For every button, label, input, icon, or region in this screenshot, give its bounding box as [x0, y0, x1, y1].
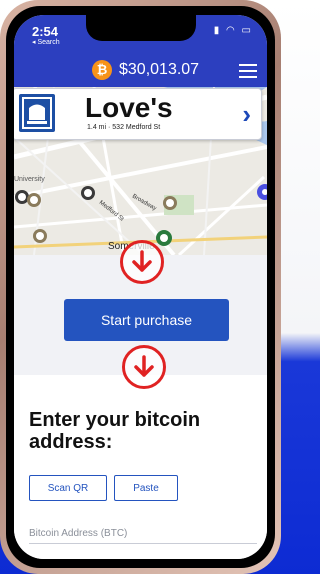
back-to-search-link[interactable]: ◂ Search [32, 38, 60, 46]
store-info: 1.4 mi · 532 Medford St [87, 124, 161, 131]
arrow-down-icon [122, 345, 166, 389]
app-header: ₿ $30,013.07 [14, 53, 267, 87]
bitcoin-price: $30,013.07 [119, 61, 200, 78]
address-title: Enter your bitcoin address: [29, 409, 201, 453]
bank-pin-icon[interactable] [27, 193, 41, 207]
hamburger-icon[interactable] [239, 64, 257, 78]
store-card[interactable]: Love's 1.4 mi · 532 Medford St › [14, 88, 262, 140]
status-icons: ▮ ◠ ▭ [214, 25, 253, 36]
status-time: 2:54 [32, 24, 59, 39]
chevron-right-icon[interactable]: › [242, 99, 251, 130]
wifi-icon: ◠ [226, 25, 237, 36]
app-screen: 2:54 ◂ Search ▮ ◠ ▭ ₿ $30,013.07 Univers… [14, 15, 267, 559]
start-purchase-button[interactable]: Start purchase [64, 299, 229, 341]
signal-icon: ▮ [213, 25, 222, 36]
bank-pin-icon[interactable] [81, 186, 95, 200]
scan-qr-button[interactable]: Scan QR [29, 475, 107, 501]
map-label-university: University [14, 176, 45, 183]
status-bar: 2:54 ◂ Search ▮ ◠ ▭ [14, 15, 267, 53]
bitcoin-icon: ₿ [92, 60, 112, 80]
paste-button[interactable]: Paste [114, 475, 178, 501]
bitcoin-address-field[interactable]: Bitcoin Address (BTC) [29, 528, 127, 539]
bank-pin-icon[interactable] [15, 190, 29, 204]
arrow-down-glyph [132, 250, 152, 272]
address-underline [29, 543, 257, 544]
notch [86, 15, 196, 41]
arrow-down-icon [120, 240, 164, 284]
bank-pin-icon[interactable] [156, 230, 172, 246]
bank-pin-icon[interactable] [163, 196, 177, 210]
bank-pin-icon[interactable] [33, 229, 47, 243]
store-logo [19, 94, 55, 132]
arrow-down-glyph [134, 355, 154, 377]
store-logo-icon [22, 97, 52, 129]
purchase-section: Start purchase Enter your bitcoin addres… [14, 240, 267, 559]
store-name: Love's [85, 92, 173, 123]
battery-icon: ▭ [241, 25, 253, 36]
